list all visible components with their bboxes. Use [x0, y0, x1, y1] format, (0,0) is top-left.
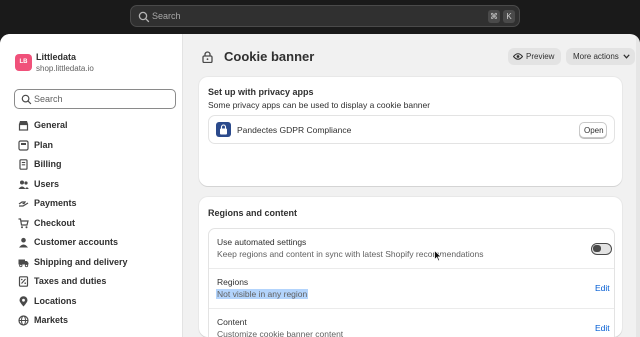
page-title: Cookie banner [224, 49, 315, 64]
store-name: Littledata [36, 52, 77, 62]
payments-icon [18, 201, 29, 207]
open-app-button[interactable]: Open [579, 122, 607, 138]
page-header: Cookie banner Preview More actions [201, 48, 637, 68]
shortcut-cmd-key: ⌘ [488, 10, 500, 23]
sidebar-item-label: Markets [34, 315, 69, 325]
automated-settings-subtitle: Keep regions and content in sync with la… [217, 249, 484, 259]
main-content: Cookie banner Preview More actions Set u… [183, 34, 640, 337]
sidebar-item-taxes[interactable]: Taxes and duties [18, 274, 178, 290]
sidebar-item-billing[interactable]: Billing [18, 157, 178, 173]
regions-content-card: Regions and content Use automated settin… [199, 197, 622, 337]
settings-list: Use automated settings Keep regions and … [208, 228, 615, 337]
automated-settings-title: Use automated settings [217, 237, 307, 247]
privacy-apps-card: Set up with privacy apps Some privacy ap… [199, 77, 622, 186]
privacy-apps-title: Set up with privacy apps [208, 87, 314, 97]
sidebar-item-customer-accounts[interactable]: Customer accounts [18, 235, 178, 251]
regions-content-title: Regions and content [208, 208, 298, 218]
sidebar-item-users[interactable]: Users [18, 177, 178, 193]
regions-subtitle: Not visible in any region [216, 289, 309, 299]
checkout-icon [18, 217, 29, 228]
sidebar-item-locations[interactable]: Locations [18, 294, 178, 310]
search-icon [138, 11, 150, 23]
location-icon [19, 295, 28, 306]
app-icon [216, 122, 231, 137]
more-actions-button[interactable]: More actions [566, 48, 635, 65]
sidebar-item-label: Plan [34, 139, 54, 150]
taxes-icon [18, 276, 29, 287]
sidebar-item-plan[interactable]: Plan [18, 138, 178, 154]
lock-icon [202, 51, 213, 63]
global-search-box[interactable]: Search ⌘ K [130, 5, 520, 27]
automated-settings-row: Use automated settings Keep regions and … [209, 229, 614, 269]
truck-icon [18, 259, 29, 267]
sidebar-item-general[interactable]: General [18, 118, 178, 134]
preview-button-label: Preview [526, 52, 555, 61]
globe-icon [18, 315, 29, 326]
more-actions-label: More actions [573, 52, 619, 61]
sidebar-item-label: Users [34, 178, 60, 189]
settings-sidebar: LB Littledata shop.littledata.io General… [0, 34, 183, 337]
sidebar-item-label: Payments [34, 198, 77, 208]
store-icon [18, 121, 29, 131]
padlock-icon [220, 124, 227, 135]
sidebar-search-input[interactable] [34, 92, 169, 106]
privacy-apps-subtitle: Some privacy apps can be used to display… [208, 100, 431, 110]
shortcut-k-key: K [503, 10, 515, 23]
sidebar-item-label: Billing [34, 159, 62, 169]
sidebar-item-label: Locations [34, 295, 77, 306]
sidebar-item-label: General [34, 120, 68, 130]
sidebar-item-payments[interactable]: Payments [18, 196, 178, 212]
person-icon [19, 237, 28, 248]
content-edit-link[interactable]: Edit [595, 323, 610, 333]
settings-shell: LB Littledata shop.littledata.io General… [0, 34, 640, 337]
sidebar-search-field[interactable] [14, 89, 176, 109]
app-name: Pandectes GDPR Compliance [237, 125, 352, 135]
global-search-placeholder: Search [152, 11, 181, 21]
open-button-label: Open [584, 126, 604, 135]
sidebar-item-shipping[interactable]: Shipping and delivery [18, 255, 178, 271]
search-icon [21, 94, 32, 105]
eye-icon [513, 53, 523, 60]
privacy-app-row: Pandectes GDPR Compliance Open [208, 115, 615, 144]
toggle-knob [593, 245, 601, 252]
mouse-cursor-icon [434, 250, 442, 262]
regions-title: Regions [217, 277, 249, 287]
regions-edit-link[interactable]: Edit [595, 283, 610, 293]
store-url: shop.littledata.io [36, 64, 94, 73]
billing-icon [19, 159, 28, 170]
users-icon [18, 180, 29, 189]
sidebar-item-label: Checkout [34, 217, 76, 228]
sidebar-item-label: Customer accounts [34, 237, 119, 247]
plan-icon [18, 139, 29, 151]
sidebar-item-label: Taxes and duties [34, 276, 107, 286]
regions-row: Regions Not visible in any region Edit [209, 269, 614, 309]
sidebar-item-markets[interactable]: Markets [18, 313, 178, 329]
content-subtitle: Customize cookie banner content [217, 329, 344, 337]
sidebar-item-label: Shipping and delivery [34, 256, 128, 267]
window-edge [636, 34, 640, 337]
store-avatar: LB [15, 54, 32, 71]
chevron-down-icon [623, 54, 630, 59]
content-row: Content Customize cookie banner content … [209, 309, 614, 337]
content-title: Content [217, 317, 247, 327]
preview-button[interactable]: Preview [508, 48, 561, 65]
automated-settings-toggle[interactable] [591, 243, 612, 255]
top-bar: Search ⌘ K [0, 0, 640, 34]
sidebar-item-checkout[interactable]: Checkout [18, 216, 178, 232]
